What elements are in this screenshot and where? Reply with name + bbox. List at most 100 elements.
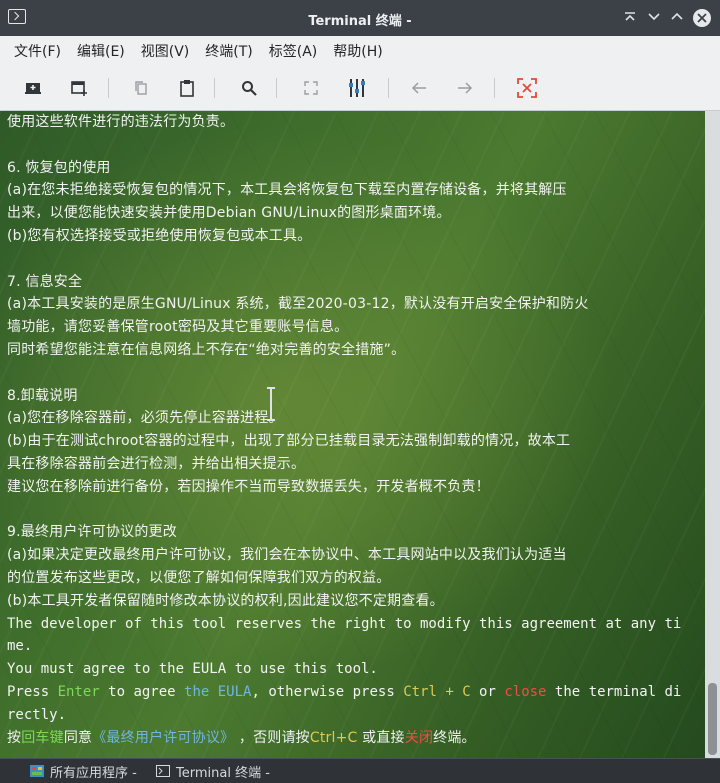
terminal-line: 建议您在移除前进行备份，若因操作不当而导致数据丢失，开发者概不负责！ [7, 476, 705, 499]
menu-file[interactable]: 文件(F) [14, 41, 61, 61]
terminal-text-segment: or [470, 683, 505, 700]
toolbar-separator [276, 78, 277, 98]
terminal-text-segment: (b)本工具开发者保留随时修改本协议的权利,因此建议您不定期查看。 [7, 592, 444, 609]
terminal-text-segment: (b)由于在测试chroot容器的过程中，出现了部分已挂载目录无法强制卸载的情况… [7, 433, 571, 450]
terminal-text-segment: ，否则请按 [234, 729, 310, 746]
terminal-line: 8.卸载说明 [7, 385, 705, 408]
menu-edit[interactable]: 编辑(E) [77, 41, 125, 61]
terminal-line: 9.最终用户许可协议的更改 [7, 521, 705, 544]
terminal-text-segment: 出来，以便您能快速安装并使用Debian GNU/Linux的图形桌面环境。 [7, 205, 451, 222]
terminal-text-segment: 按 [7, 729, 22, 746]
terminal-line: 同时希望您能注意在信息网络上不存在“绝对完善的安全措施”。 [7, 339, 705, 362]
terminal-text-segment: (a)您在移除容器前，必须先停止容器进程。 [7, 410, 283, 427]
terminal-line: 出来，以便您能快速安装并使用Debian GNU/Linux的图形桌面环境。 [7, 202, 705, 225]
terminal-line: The developer of this tool reserves the … [7, 613, 705, 636]
terminal-text-segment: 的位置发布这些更改，以便您了解如何保障我们双方的权益。 [7, 569, 391, 586]
menu-help[interactable]: 帮助(H) [333, 41, 382, 61]
terminal-text-segment: the terminal di [546, 683, 682, 700]
terminal-text-area: 使用这些软件进行的违法行为负责。 6. 恢复包的使用 (a)在您未拒绝接受恢复包的情… [7, 111, 705, 749]
title-bar[interactable]: Terminal 终端 - [0, 0, 720, 36]
restore-down-icon[interactable] [644, 8, 664, 28]
terminal-text-segment: 7. 信息安全 [7, 273, 83, 290]
terminal-text-segment: me. [7, 638, 33, 655]
terminal-line: (a)您在移除容器前，必须先停止容器进程。 [7, 407, 705, 430]
terminal-line: 墙功能，请您妥善保管root密码及其它重要账号信息。 [7, 316, 705, 339]
terminal-text-segment: , otherwise press [251, 683, 404, 700]
terminal-line: 按回车键同意《最终用户许可协议》 ，否则请按Ctrl+C 或直接关闭终端。 [7, 727, 705, 750]
terminal-line: 的位置发布这些更改，以便您了解如何保障我们双方的权益。 [7, 567, 705, 590]
taskbar-item-label: 所有应用程序 - [50, 765, 137, 781]
terminal-text-segment: (a)本工具安装的是原生GNU/Linux 系统，截至2020-03-12，默认… [7, 296, 589, 313]
terminal-window: Terminal 终端 - 文件(F) 编辑(E) 视图(V) 终端(T) 标签… [0, 0, 720, 783]
close-window-button[interactable] [693, 9, 711, 27]
terminal-icon [156, 765, 170, 777]
close-tab-icon[interactable] [514, 76, 540, 100]
terminal-output[interactable]: 使用这些软件进行的违法行为负责。 6. 恢复包的使用 (a)在您未拒绝接受恢复包的情… [0, 111, 705, 758]
terminal-text-segment: Ctrl+C [309, 729, 358, 746]
terminal-line: rectly. [7, 704, 705, 727]
terminal-text-segment: 具在移除容器前会进行检测，并给出相关提示。 [7, 455, 306, 472]
menu-bar: 文件(F) 编辑(E) 视图(V) 终端(T) 标签(A) 帮助(H) [0, 36, 720, 66]
menu-terminal[interactable]: 终端(T) [205, 41, 252, 61]
terminal-text-segment: 同时希望您能注意在信息网络上不存在“绝对完善的安全措施”。 [7, 341, 406, 358]
terminal-text-segment: 同意 [63, 729, 93, 746]
terminal-line: me. [7, 635, 705, 658]
copy-icon[interactable] [128, 76, 154, 100]
terminal-line: (a)如果决定更改最终用户许可协议，我们会在本协议中、本工具网站中以及我们认为适… [7, 544, 705, 567]
text-cursor-icon [266, 387, 276, 421]
terminal-text-segment: 关闭 [404, 729, 434, 746]
terminal-line: (b)本工具开发者保留随时修改本协议的权利,因此建议您不定期查看。 [7, 590, 705, 613]
taskbar: 所有应用程序 - Terminal 终端 - [0, 758, 720, 783]
taskbar-item-label: Terminal 终端 - [176, 765, 270, 781]
preferences-icon[interactable] [344, 76, 370, 100]
terminal-text-segment: The developer of this tool reserves the … [7, 615, 682, 632]
new-window-icon[interactable] [66, 76, 92, 100]
terminal-line: 使用这些软件进行的违法行为负责。 [7, 111, 705, 134]
maximize-icon[interactable] [667, 8, 687, 28]
terminal-text-segment: 回车键 [21, 729, 64, 746]
apps-icon [30, 765, 44, 777]
terminal-text-segment: (b)您有权选择接受或拒绝使用恢复包或本工具。 [7, 227, 312, 244]
terminal-text-segment: (a)在您未拒绝接受恢复包的情况下，本工具会将恢复包下载至内置存储设备，并将其解… [7, 182, 567, 199]
search-icon[interactable] [236, 76, 262, 100]
window-title: Terminal 终端 - [308, 14, 412, 29]
fullscreen-icon[interactable] [298, 76, 324, 100]
terminal-text-segment: 建议您在移除前进行备份，若因操作不当而导致数据丢失，开发者概不负责！ [7, 478, 490, 495]
toolbar [0, 66, 720, 111]
paste-icon[interactable] [174, 76, 200, 100]
terminal-text-segment: 6. 恢复包的使用 [7, 159, 111, 176]
terminal-line: (b)由于在测试chroot容器的过程中，出现了部分已挂载目录无法强制卸载的情况… [7, 430, 705, 453]
terminal-line: 7. 信息安全 [7, 271, 705, 294]
vertical-scrollbar[interactable] [705, 111, 720, 758]
terminal-text-segment: (a)如果决定更改最终用户许可协议，我们会在本协议中、本工具网站中以及我们认为适… [7, 547, 567, 564]
new-tab-icon[interactable] [20, 76, 46, 100]
terminal-text-segment: 或直接 [357, 729, 405, 746]
menu-view[interactable]: 视图(V) [141, 41, 190, 61]
terminal-line: Press Enter to agree the EULA, otherwise… [7, 681, 705, 704]
terminal-text-segment: 终端。 [433, 729, 476, 746]
toolbar-separator [494, 78, 495, 98]
terminal-line: You must agree to the EULA to use this t… [7, 658, 705, 681]
terminal-text-segment: Press [7, 683, 58, 700]
scrollbar-thumb[interactable] [708, 683, 717, 755]
taskbar-item-all-apps[interactable]: 所有应用程序 - [30, 761, 137, 781]
back-arrow-icon[interactable] [406, 76, 432, 100]
terminal-line: (b)您有权选择接受或拒绝使用恢复包或本工具。 [7, 225, 705, 248]
minimize-icon[interactable] [620, 8, 640, 28]
forward-arrow-icon[interactable] [452, 76, 478, 100]
toolbar-separator [214, 78, 215, 98]
terminal-line: (a)本工具安装的是原生GNU/Linux 系统，截至2020-03-12，默认… [7, 293, 705, 316]
terminal-text-segment: 墙功能，请您妥善保管root密码及其它重要账号信息。 [7, 319, 349, 336]
terminal-line: 6. 恢复包的使用 [7, 157, 705, 180]
toolbar-separator [388, 78, 389, 98]
terminal-text-segment: the EULA [184, 683, 252, 700]
terminal-text-segment: 8.卸载说明 [7, 387, 78, 404]
taskbar-item-terminal[interactable]: Terminal 终端 - [156, 761, 270, 781]
terminal-text-segment: close [504, 683, 547, 700]
menu-tabs[interactable]: 标签(A) [269, 41, 318, 61]
terminal-text-segment: rectly. [7, 706, 67, 723]
